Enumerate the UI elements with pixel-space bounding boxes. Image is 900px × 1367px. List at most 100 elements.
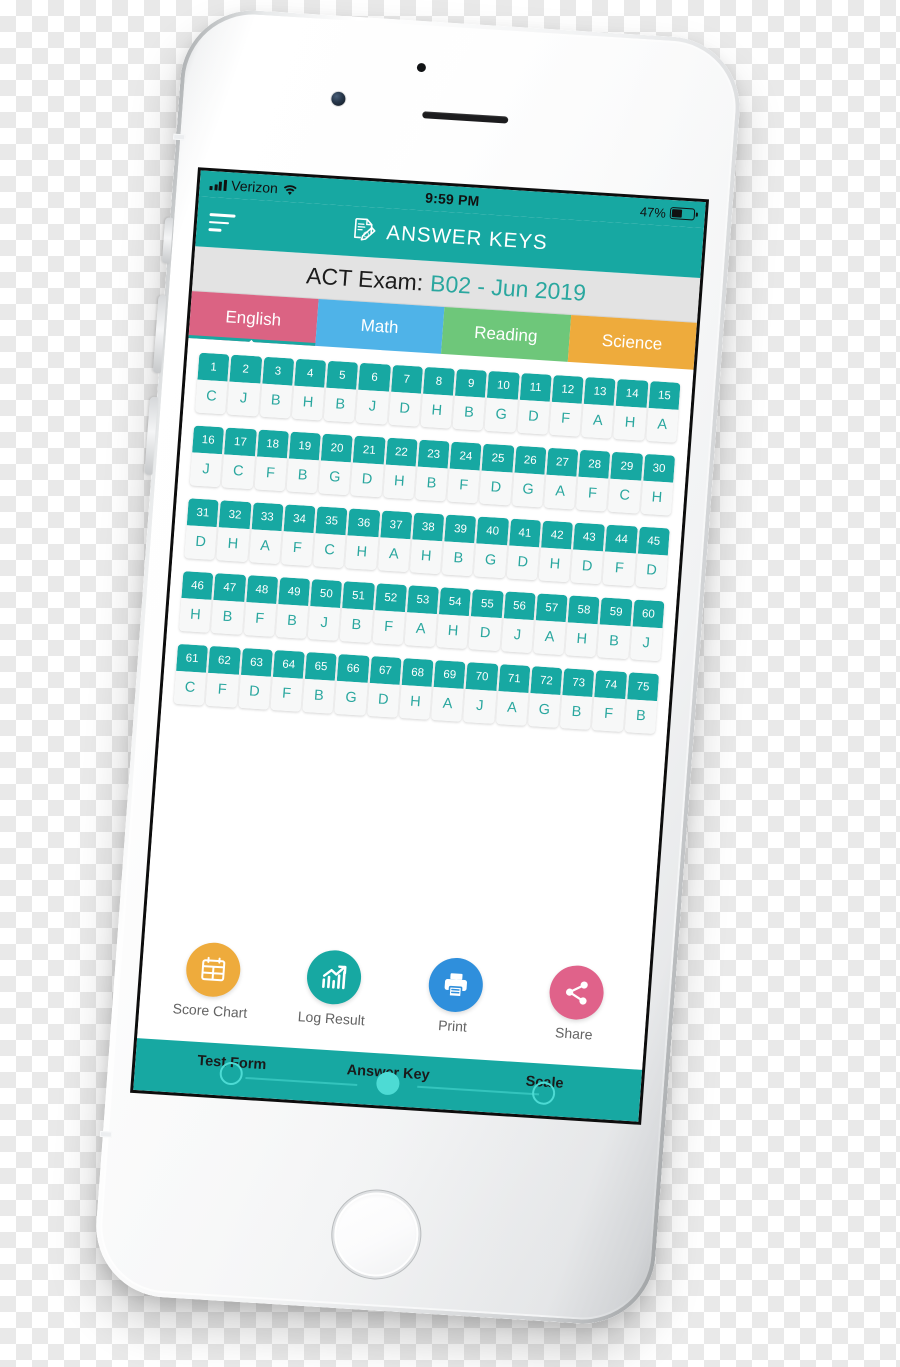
answer-cell[interactable]: 9B bbox=[452, 368, 488, 431]
answer-cell[interactable]: 45 D bbox=[635, 526, 670, 589]
answer-letter: D bbox=[635, 553, 668, 589]
answer-cell[interactable]: 16 J bbox=[189, 425, 225, 488]
answer-cell[interactable]: 19 B bbox=[286, 431, 321, 494]
answer-cell[interactable]: 25 D bbox=[479, 443, 515, 506]
tab-english[interactable]: English bbox=[188, 291, 319, 352]
answer-cell[interactable]: 32 H bbox=[216, 500, 252, 563]
answer-cell[interactable]: 63 D bbox=[238, 647, 273, 710]
answer-cell[interactable]: 21 D bbox=[350, 435, 386, 498]
tab-reading[interactable]: Reading bbox=[440, 306, 571, 362]
answer-cell[interactable]: 72 G bbox=[527, 666, 563, 728]
answer-cell[interactable]: 40 G bbox=[474, 516, 509, 579]
answer-cell[interactable]: 66 G bbox=[334, 654, 370, 716]
answer-cell[interactable]: 71 A bbox=[495, 664, 531, 726]
answer-cell[interactable]: 47 B bbox=[211, 573, 246, 635]
action-print[interactable]: Print bbox=[391, 954, 518, 1037]
answer-cell[interactable]: 73 B bbox=[560, 668, 595, 730]
tab-math[interactable]: Math bbox=[314, 299, 445, 354]
answer-cell[interactable]: 15 A bbox=[645, 381, 681, 443]
answer-cell[interactable]: 34 F bbox=[280, 504, 316, 567]
question-number: 63 bbox=[240, 647, 273, 677]
stepper-step-test-form[interactable]: Test Form bbox=[152, 1050, 311, 1090]
answer-cell[interactable]: 65 B bbox=[302, 651, 338, 714]
answer-cell[interactable]: 74 F bbox=[592, 670, 627, 732]
stepper-step-scale[interactable]: Scale bbox=[465, 1070, 624, 1110]
answer-cell[interactable]: 46 H bbox=[179, 571, 214, 633]
answer-cell[interactable]: 38 H bbox=[409, 512, 445, 575]
answer-cell[interactable]: 41 D bbox=[506, 518, 541, 581]
answer-cell[interactable]: 50 J bbox=[307, 579, 343, 641]
answer-cell[interactable]: 26 G bbox=[511, 445, 547, 508]
answer-cell[interactable]: 20 G bbox=[318, 433, 354, 496]
answer-cell[interactable]: 68 H bbox=[399, 658, 434, 720]
answer-cell[interactable]: 54 H bbox=[436, 587, 472, 650]
answer-cell[interactable]: 70 J bbox=[463, 662, 499, 724]
answer-cell[interactable]: 35 C bbox=[313, 506, 348, 569]
answer-cell[interactable]: 5B bbox=[323, 360, 359, 423]
answer-cell[interactable]: 36 H bbox=[345, 508, 380, 571]
action-share[interactable]: Share bbox=[513, 962, 640, 1045]
answer-cell[interactable]: 4H bbox=[291, 358, 327, 421]
answer-cell[interactable]: 11 D bbox=[517, 372, 552, 435]
answer-cell[interactable]: 28 F bbox=[576, 449, 611, 512]
answer-letter: H bbox=[291, 385, 325, 421]
action-log-result[interactable]: Log Result bbox=[270, 947, 397, 1030]
answer-cell[interactable]: 17 C bbox=[221, 427, 257, 490]
question-number: 9 bbox=[455, 368, 488, 398]
answer-cell[interactable]: 30 H bbox=[640, 453, 676, 516]
answer-letter: D bbox=[506, 545, 540, 581]
question-number: 28 bbox=[578, 449, 611, 479]
answer-cell[interactable]: 51 B bbox=[340, 581, 375, 643]
answer-cell[interactable]: 53 A bbox=[404, 585, 440, 648]
answer-cell[interactable]: 33 A bbox=[248, 502, 284, 565]
answer-cell[interactable]: 42 H bbox=[538, 520, 574, 583]
question-number: 55 bbox=[471, 589, 504, 619]
hamburger-menu-icon[interactable] bbox=[208, 212, 237, 234]
answer-cell[interactable]: 49 B bbox=[275, 577, 311, 639]
answer-cell[interactable]: 18 F bbox=[254, 429, 289, 492]
answer-cell[interactable]: 58 H bbox=[565, 595, 601, 658]
answer-cell[interactable]: 60 J bbox=[629, 599, 665, 662]
answer-cell[interactable]: 61 C bbox=[173, 643, 209, 706]
tab-science[interactable]: Science bbox=[567, 314, 697, 370]
answer-cell[interactable]: 13 A bbox=[581, 376, 617, 439]
answer-cell[interactable]: 62 F bbox=[205, 645, 241, 708]
answer-cell[interactable]: 2J bbox=[227, 354, 262, 417]
question-number: 43 bbox=[573, 522, 606, 552]
answer-cell[interactable]: 3B bbox=[259, 356, 295, 419]
answer-cell[interactable]: 1C bbox=[195, 352, 230, 415]
answer-cell[interactable]: 48 F bbox=[243, 575, 279, 637]
answer-cell[interactable]: 44 F bbox=[602, 524, 638, 587]
answer-cell[interactable]: 7D bbox=[388, 364, 423, 427]
question-number: 41 bbox=[508, 518, 541, 548]
answer-cell[interactable]: 37 A bbox=[377, 510, 413, 573]
answer-cell[interactable]: 29 C bbox=[608, 451, 643, 514]
answer-cell[interactable]: 10 G bbox=[484, 370, 520, 433]
answer-cell[interactable]: 43 D bbox=[570, 522, 606, 585]
answer-cell[interactable]: 52 F bbox=[372, 583, 407, 645]
answer-letter: J bbox=[227, 381, 260, 417]
answer-cell[interactable]: 23 B bbox=[415, 439, 450, 502]
answer-cell[interactable]: 69 A bbox=[431, 660, 466, 722]
answer-cell[interactable]: 57 A bbox=[533, 593, 568, 656]
answer-letter: A bbox=[431, 687, 464, 722]
answer-cell[interactable]: 75 B bbox=[624, 672, 660, 734]
answer-cell[interactable]: 6J bbox=[356, 362, 391, 425]
answer-cell[interactable]: 55 D bbox=[468, 589, 504, 652]
answer-cell[interactable]: 31 D bbox=[184, 498, 219, 561]
question-number: 62 bbox=[208, 645, 241, 675]
action-score-chart[interactable]: Score Chart bbox=[149, 939, 276, 1022]
answer-cell[interactable]: 56 J bbox=[501, 591, 536, 654]
answer-cell[interactable]: 12 F bbox=[549, 374, 584, 437]
stepper-step-answer-key[interactable]: Answer Key bbox=[308, 1060, 467, 1100]
answer-cell[interactable]: 24 F bbox=[447, 441, 482, 504]
answer-cell[interactable]: 22 H bbox=[382, 437, 418, 500]
answer-cell[interactable]: 59 B bbox=[597, 597, 633, 660]
answer-cell[interactable]: 14 H bbox=[613, 379, 649, 441]
answer-letter: B bbox=[597, 624, 631, 660]
answer-cell[interactable]: 39 B bbox=[441, 514, 477, 577]
answer-cell[interactable]: 64 F bbox=[270, 649, 305, 712]
answer-cell[interactable]: 27 A bbox=[543, 447, 579, 510]
answer-cell[interactable]: 67 D bbox=[366, 656, 402, 718]
answer-cell[interactable]: 8H bbox=[420, 366, 456, 429]
